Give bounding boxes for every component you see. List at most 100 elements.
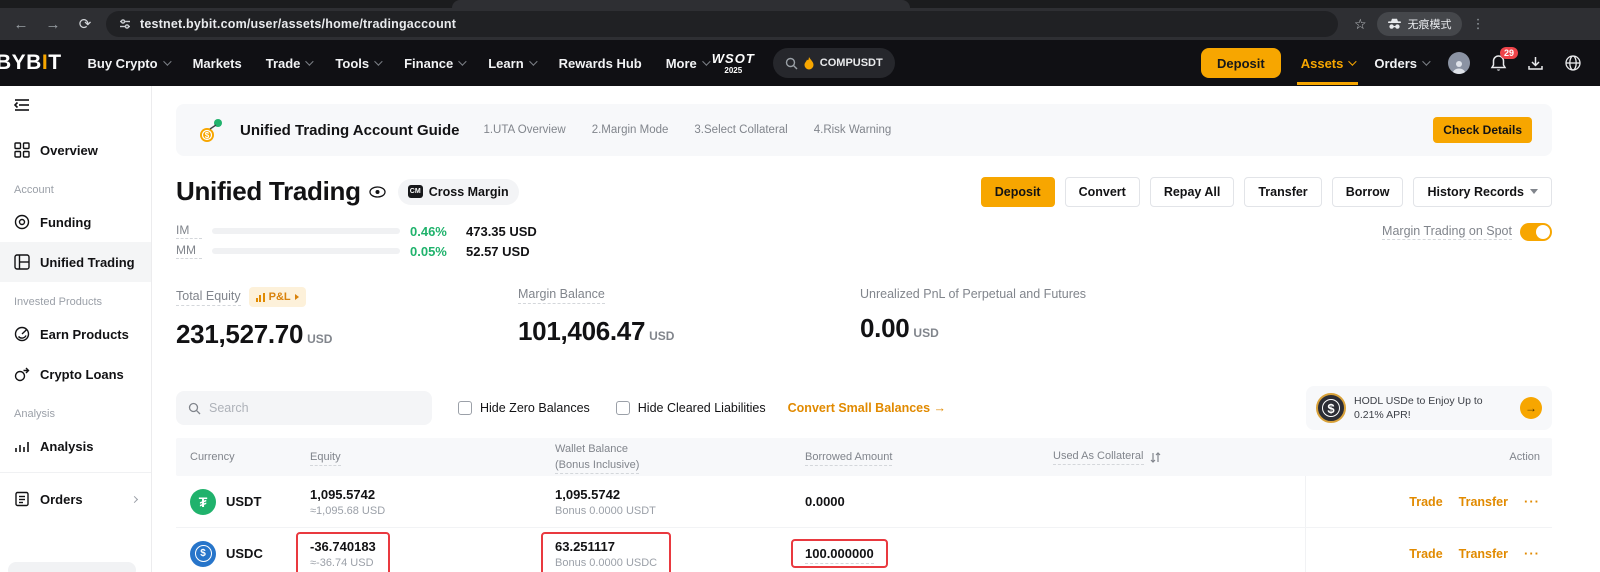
app-navbar: BYBIT Buy Crypto Markets Trade Tools Fin… xyxy=(0,40,1600,86)
promo-arrow-button[interactable]: → xyxy=(1520,397,1542,419)
guide-step-3: 3.Select Collateral xyxy=(694,124,787,136)
reload-icon[interactable]: ⟳ xyxy=(74,15,96,33)
main-content: $ Unified Trading Account Guide 1.UTA Ov… xyxy=(152,86,1600,572)
annotation-box-borrowed: 100.000000 xyxy=(791,539,888,568)
browser-tab[interactable] xyxy=(452,0,910,8)
sidebar-collapse-icon[interactable] xyxy=(14,98,151,112)
convert-button[interactable]: Convert xyxy=(1065,177,1140,207)
notifications-bell-icon[interactable]: 29 xyxy=(1490,54,1507,72)
sidebar-item-unified-trading[interactable]: Unified Trading xyxy=(0,242,151,282)
guide-step-4: 4.Risk Warning xyxy=(814,124,892,136)
menu-finance[interactable]: Finance xyxy=(404,56,464,71)
repay-all-button[interactable]: Repay All xyxy=(1150,177,1235,207)
chevron-down-icon xyxy=(529,57,537,65)
eye-icon[interactable] xyxy=(369,186,386,198)
nav-orders[interactable]: Orders xyxy=(1374,56,1428,71)
guide-title: Unified Trading Account Guide xyxy=(240,122,459,139)
browser-tab-strip xyxy=(0,0,1600,8)
sidebar-item-overview[interactable]: Overview xyxy=(0,130,151,170)
cross-margin-icon: CM xyxy=(408,185,423,198)
hide-zero-checkbox[interactable] xyxy=(458,401,472,415)
funding-coin-icon xyxy=(14,214,30,230)
menu-trade[interactable]: Trade xyxy=(266,56,312,71)
bybit-logo[interactable]: BYBIT xyxy=(0,51,62,75)
language-globe-icon[interactable] xyxy=(1564,54,1582,72)
check-details-button[interactable]: Check Details xyxy=(1433,117,1532,143)
wsot-logo[interactable]: WSOT2025 xyxy=(712,52,755,75)
more-actions-icon[interactable]: ··· xyxy=(1524,546,1540,561)
annotation-box-wallet: 63.251117 Bonus 0.0000 USDC xyxy=(541,532,671,572)
annotation-box-equity: -36.740183 ≈-36.74 USD xyxy=(296,532,390,572)
search-input[interactable] xyxy=(209,401,389,415)
deposit-button[interactable]: Deposit xyxy=(981,177,1055,207)
sidebar-item-partial xyxy=(8,562,136,572)
asset-search[interactable] xyxy=(176,391,432,425)
pnl-chart-icon xyxy=(256,293,265,302)
header-action: Action xyxy=(1305,451,1552,463)
transfer-link[interactable]: Transfer xyxy=(1459,547,1508,561)
margin-mode-badge[interactable]: CM Cross Margin xyxy=(398,179,519,205)
earn-products-icon xyxy=(14,326,30,342)
url-bar[interactable]: testnet.bybit.com/user/assets/home/tradi… xyxy=(106,11,1338,37)
sidebar-item-earn-products[interactable]: Earn Products xyxy=(0,314,151,354)
filter-sort-icon[interactable] xyxy=(1150,452,1161,463)
currency-symbol: USDC xyxy=(226,546,263,561)
nav-deposit-button[interactable]: Deposit xyxy=(1201,48,1281,78)
sidebar-item-crypto-loans[interactable]: Crypto Loans xyxy=(0,354,151,394)
history-records-button[interactable]: History Records xyxy=(1413,177,1552,207)
table-header: Currency Equity Wallet Balance(Bonus Inc… xyxy=(176,438,1552,476)
menu-buy-crypto[interactable]: Buy Crypto xyxy=(88,56,169,71)
menu-tools[interactable]: Tools xyxy=(335,56,380,71)
overview-grid-icon xyxy=(14,142,30,158)
margin-balance-label: Margin Balance xyxy=(518,287,605,304)
browser-menu-icon[interactable]: ⋮ xyxy=(1472,16,1486,32)
site-info-icon[interactable] xyxy=(118,17,132,31)
margin-balance-value: 101,406.47 xyxy=(518,316,645,346)
transfer-link[interactable]: Transfer xyxy=(1459,495,1508,509)
spot-margin-toggle[interactable] xyxy=(1520,223,1552,241)
trade-link[interactable]: Trade xyxy=(1409,547,1442,561)
pnl-badge[interactable]: P&L xyxy=(249,287,306,307)
menu-more[interactable]: More xyxy=(666,56,708,71)
spot-margin-label: Margin Trading on Spot xyxy=(1382,224,1512,240)
avatar[interactable] xyxy=(1448,52,1470,74)
nav-assets[interactable]: Assets xyxy=(1301,56,1355,71)
hide-zero-label: Hide Zero Balances xyxy=(480,401,590,415)
hide-cleared-checkbox-group[interactable]: Hide Cleared Liabilities xyxy=(616,401,766,415)
back-icon[interactable]: ← xyxy=(10,16,32,33)
bookmark-star-icon[interactable]: ☆ xyxy=(1354,16,1367,33)
table-row-usdc: $ USDC -36.740183 ≈-36.74 USD 63.251117 … xyxy=(176,528,1552,572)
notification-badge: 29 xyxy=(1500,47,1518,59)
chevron-down-icon xyxy=(702,57,710,65)
forward-icon[interactable]: → xyxy=(42,16,64,33)
incognito-badge: 无痕模式 xyxy=(1377,12,1462,36)
sidebar-item-analysis[interactable]: Analysis xyxy=(0,426,151,466)
menu-learn[interactable]: Learn xyxy=(488,56,534,71)
im-progress-bar xyxy=(212,228,400,234)
search-icon xyxy=(188,402,201,415)
im-value: 473.35 USD xyxy=(466,224,537,239)
uta-guide-banner: $ Unified Trading Account Guide 1.UTA Ov… xyxy=(176,104,1552,156)
margin-ratios: IM 0.46% 473.35 USD MM 0.05% 52.57 USD M… xyxy=(176,221,1552,261)
account-stats: Total Equity P&L 231,527.70USD Margin Ba… xyxy=(176,287,1552,350)
usde-promo-banner[interactable]: $ HODL USDe to Enjoy Up to 0.21% APR! → xyxy=(1306,386,1552,430)
nav-search[interactable]: COMPUSDT xyxy=(773,48,895,78)
sidebar-item-funding[interactable]: Funding xyxy=(0,202,151,242)
chevron-down-icon xyxy=(458,57,466,65)
menu-rewards-hub[interactable]: Rewards Hub xyxy=(559,56,642,71)
hide-zero-checkbox-group[interactable]: Hide Zero Balances xyxy=(458,401,590,415)
sidebar-item-orders[interactable]: Orders xyxy=(0,479,151,519)
trade-link[interactable]: Trade xyxy=(1409,495,1442,509)
transfer-button[interactable]: Transfer xyxy=(1244,177,1321,207)
account-title-row: Unified Trading CM Cross Margin Deposit … xyxy=(176,176,1552,207)
more-actions-icon[interactable]: ··· xyxy=(1524,494,1540,509)
download-icon[interactable] xyxy=(1527,55,1544,72)
search-pair-text: COMPUSDT xyxy=(820,57,883,69)
menu-markets[interactable]: Markets xyxy=(193,56,242,71)
page-title: Unified Trading xyxy=(176,176,361,207)
convert-small-balances-link[interactable]: Convert Small Balances → xyxy=(788,401,946,415)
hide-cleared-checkbox[interactable] xyxy=(616,401,630,415)
borrow-button[interactable]: Borrow xyxy=(1332,177,1404,207)
svg-text:$: $ xyxy=(205,131,210,140)
margin-balance-stat: Margin Balance 101,406.47USD xyxy=(518,287,860,350)
